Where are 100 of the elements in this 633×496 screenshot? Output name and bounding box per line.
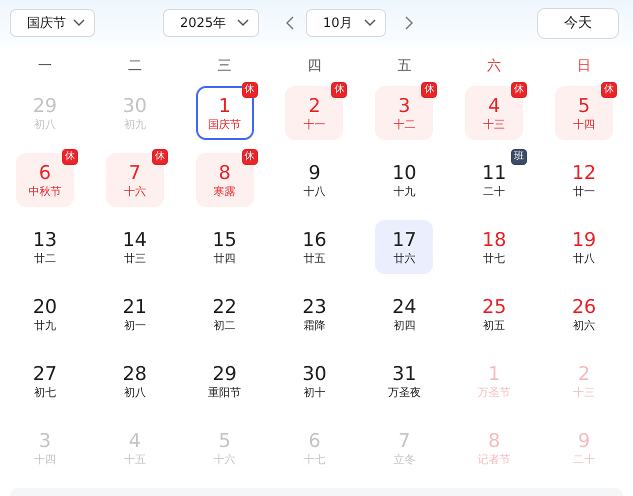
- lunar-date: 初五: [483, 319, 506, 333]
- lunar-date: 二十: [483, 185, 506, 199]
- day-cell[interactable]: 16 廿五: [285, 220, 344, 274]
- day-number: 12: [572, 161, 596, 185]
- day-number: 2: [578, 362, 590, 386]
- day-badge: 休: [242, 149, 258, 165]
- previous-month-icon[interactable]: [286, 16, 294, 30]
- lunar-date: 初一: [124, 319, 146, 333]
- day-cell[interactable]: 21 初一: [106, 287, 164, 341]
- day-cell[interactable]: 26 初六: [555, 287, 614, 341]
- weekday-label: 一: [38, 57, 52, 75]
- day-number: 22: [212, 295, 237, 319]
- lunar-date: 十一: [303, 118, 326, 132]
- day-cell[interactable]: 22 初二: [196, 287, 254, 341]
- day-cell[interactable]: 23 霜降: [285, 287, 344, 341]
- day-number: 25: [482, 295, 506, 319]
- day-number: 6: [38, 161, 51, 185]
- day-number: 18: [482, 228, 506, 252]
- day-cell[interactable]: 28 初八: [106, 354, 164, 408]
- day-cell[interactable]: 19 廿八: [555, 220, 614, 274]
- day-number: 1: [218, 94, 231, 118]
- day-number: 11: [482, 161, 506, 185]
- lunar-date: 十三: [483, 118, 506, 132]
- lunar-date: 十二: [393, 118, 416, 132]
- day-badge: 休: [511, 82, 528, 98]
- day-badge: 休: [421, 82, 438, 98]
- holiday-select[interactable]: 国庆节: [10, 9, 95, 37]
- lunar-date: 国庆节: [208, 118, 242, 132]
- lunar-date: 十五: [124, 453, 146, 467]
- today-button[interactable]: 今天: [537, 8, 619, 38]
- day-number: 1: [488, 362, 500, 386]
- lunar-date: 重阳节: [208, 386, 242, 400]
- lunar-date: 廿五: [303, 252, 326, 266]
- day-number: 9: [308, 161, 321, 185]
- day-cell[interactable]: 24 初四: [375, 287, 434, 341]
- lunar-date: 初四: [393, 319, 416, 333]
- day-number: 13: [32, 228, 58, 252]
- day-number: 2: [308, 94, 321, 118]
- lunar-date: 廿七: [483, 252, 506, 266]
- chevron-down-icon: [73, 19, 85, 27]
- day-number: 14: [122, 228, 147, 252]
- day-number: 17: [392, 228, 416, 252]
- lunar-date: 立冬: [393, 453, 416, 467]
- lunar-date: 初九: [124, 118, 146, 132]
- year-select[interactable]: 2025年: [163, 9, 259, 37]
- day-cell[interactable]: 15 廿四: [196, 220, 254, 274]
- day-cell[interactable]: 10 十九: [375, 153, 434, 207]
- lunar-date: 十六: [214, 453, 236, 467]
- day-number: 8: [488, 429, 500, 453]
- lunar-date: 廿三: [124, 252, 146, 266]
- day-cell[interactable]: 14 廿三: [106, 220, 164, 274]
- day-cell[interactable]: 31 万圣夜: [375, 354, 434, 408]
- weekday-label: 四: [307, 57, 322, 75]
- day-number: 29: [32, 94, 58, 118]
- lunar-date: 寒露: [214, 185, 236, 199]
- day-number: 9: [578, 429, 590, 453]
- weekday-label: 日: [577, 57, 592, 75]
- weekday-label: 六: [487, 57, 502, 75]
- day-number: 20: [32, 295, 58, 319]
- day-number: 31: [392, 362, 416, 386]
- lunar-date: 初六: [573, 319, 596, 333]
- weekday-label: 三: [218, 57, 232, 75]
- day-cell[interactable]: 25 初五: [465, 287, 524, 341]
- chevron-down-icon: [364, 19, 376, 27]
- lunar-date: 十四: [573, 118, 596, 132]
- chevron-down-icon: [237, 19, 249, 27]
- day-number: 28: [122, 362, 147, 386]
- day-number: 16: [302, 228, 327, 252]
- lunar-date: 廿四: [214, 252, 236, 266]
- day-number: 7: [128, 161, 141, 185]
- weekday-label: 五: [397, 57, 412, 75]
- day-badge: 休: [152, 149, 168, 165]
- month-select[interactable]: 10月: [306, 9, 386, 37]
- day-cell[interactable]: 30 初十: [285, 354, 344, 408]
- day-number: 27: [32, 362, 58, 386]
- lunar-date: 十九: [393, 185, 416, 199]
- weekday-label: 二: [128, 57, 142, 75]
- day-number: 23: [302, 295, 327, 319]
- day-number: 26: [572, 295, 596, 319]
- next-month-icon[interactable]: [405, 16, 413, 30]
- day-cell[interactable]: 18 廿七: [465, 220, 524, 274]
- day-number: 29: [212, 362, 237, 386]
- day-cell[interactable]: 29 重阳节: [196, 354, 254, 408]
- day-number: 4: [128, 429, 141, 453]
- day-cell[interactable]: 13 廿二: [16, 220, 74, 274]
- lunar-date: 廿九: [34, 319, 56, 333]
- day-number: 30: [122, 94, 147, 118]
- day-number: 3: [398, 94, 410, 118]
- day-cell[interactable]: 27 初七: [16, 354, 74, 408]
- day-cell[interactable]: 12 廿一: [555, 153, 614, 207]
- lunar-date: 廿二: [34, 252, 56, 266]
- lunar-date: 十六: [124, 185, 146, 199]
- day-cell[interactable]: 9 十八: [285, 153, 344, 207]
- day-number: 4: [488, 94, 500, 118]
- day-cell[interactable]: 17 廿六: [375, 220, 434, 274]
- lunar-date: 中秋节: [28, 185, 62, 199]
- lunar-date: 十八: [303, 185, 326, 199]
- day-cell[interactable]: 20 廿九: [16, 287, 74, 341]
- lunar-date: 廿六: [393, 252, 416, 266]
- day-badge: 休: [601, 82, 618, 98]
